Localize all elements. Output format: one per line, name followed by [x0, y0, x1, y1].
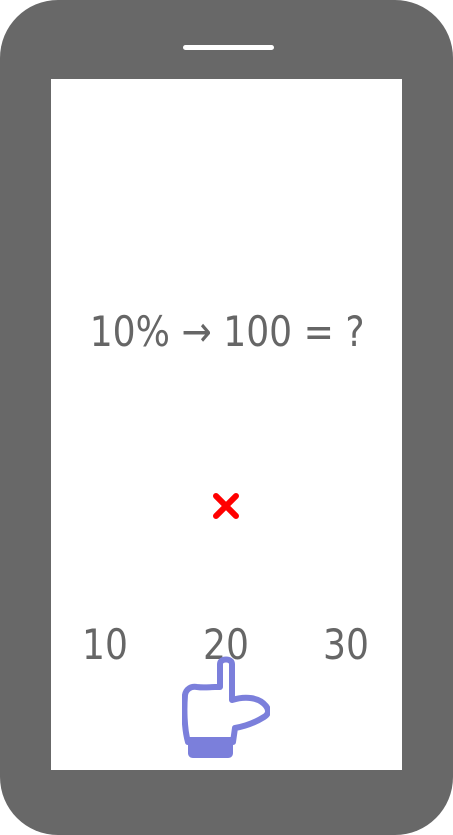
question-text: 10% → 100 = ? — [89, 307, 365, 356]
pointing-hand-icon — [182, 656, 270, 758]
answer-option-10[interactable]: 10 — [62, 620, 148, 670]
answer-option-30[interactable]: 30 — [303, 620, 389, 670]
cross-icon — [213, 493, 239, 519]
speaker-grille — [183, 45, 274, 50]
